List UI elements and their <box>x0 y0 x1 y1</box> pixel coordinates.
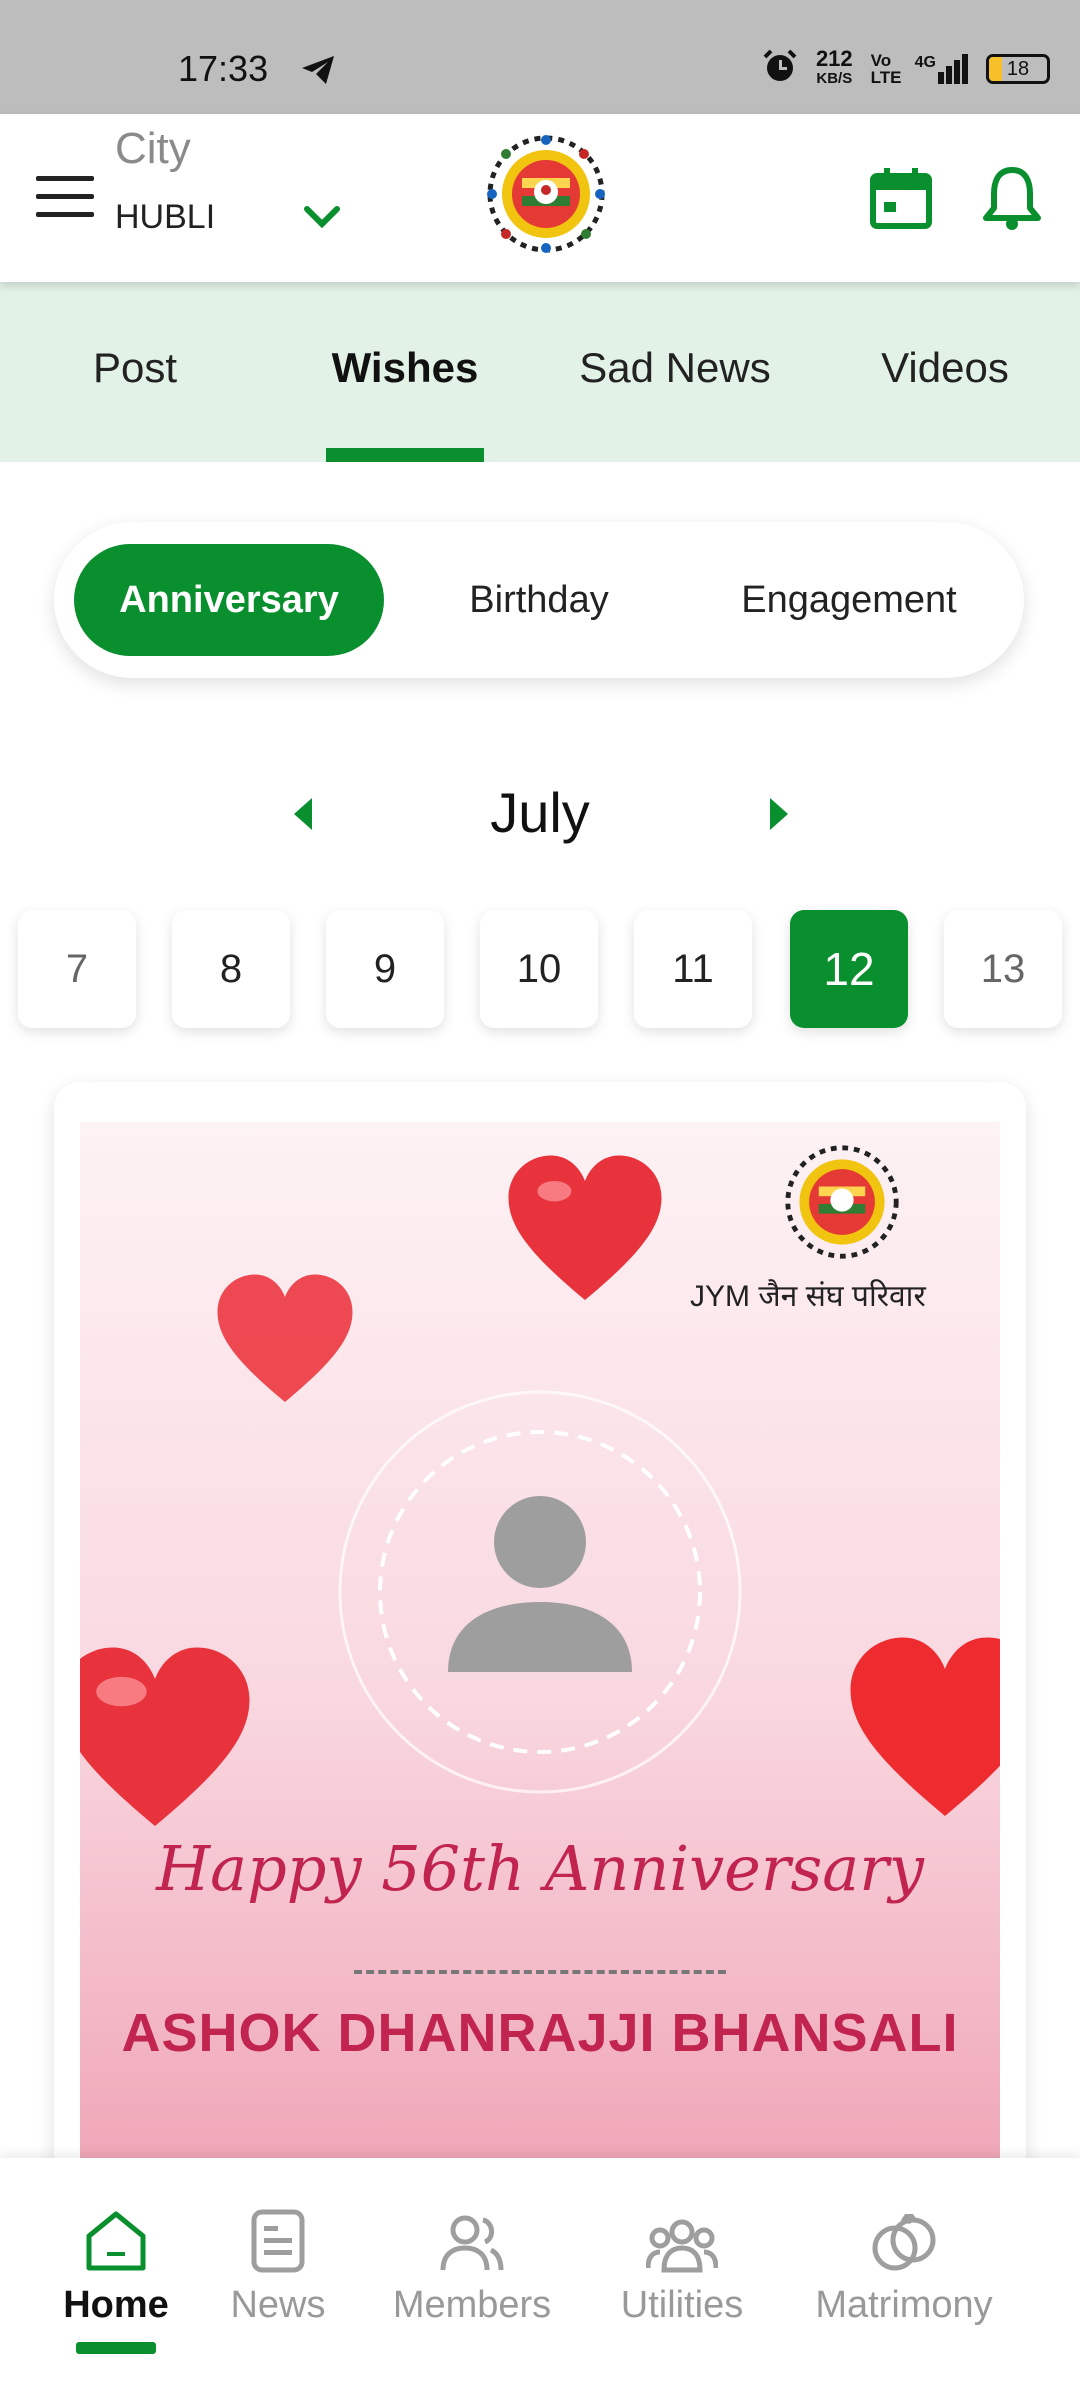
city-selector-value[interactable]: HUBLI <box>115 198 215 237</box>
news-icon <box>178 2198 378 2274</box>
active-nav-indicator <box>76 2342 156 2354</box>
wish-type-segmented-control: Anniversary Birthday Engagement <box>54 522 1024 678</box>
signal-icon: 4G <box>915 53 968 84</box>
day-8[interactable]: 8 <box>172 910 290 1028</box>
tab-sad-news[interactable]: Sad News <box>550 344 800 392</box>
next-month-icon[interactable] <box>768 796 790 837</box>
telegram-icon <box>300 54 336 91</box>
previous-month-icon[interactable] <box>292 796 314 837</box>
wish-headline: Happy 56th Anniversary <box>156 1832 924 1905</box>
wish-card[interactable]: JYM जैन संघ परिवार Happy 56th Anniversar… <box>54 1082 1026 2182</box>
tab-videos[interactable]: Videos <box>820 344 1070 392</box>
tab-post[interactable]: Post <box>10 344 260 392</box>
day-12[interactable]: 12 <box>790 910 908 1028</box>
day-11[interactable]: 11 <box>634 910 752 1028</box>
nav-news[interactable]: News <box>178 2198 378 2327</box>
day-9[interactable]: 9 <box>326 910 444 1028</box>
bell-icon[interactable] <box>982 164 1042 237</box>
nav-matrimony[interactable]: Matrimony <box>804 2198 1004 2327</box>
app-logo <box>484 132 608 256</box>
month-label: July <box>490 781 590 844</box>
heart-balloon-icon <box>850 1637 1000 1816</box>
heart-balloon-icon <box>508 1155 662 1300</box>
segment-anniversary[interactable]: Anniversary <box>74 544 384 656</box>
volte-indicator: Vo LTE <box>870 50 902 87</box>
rings-icon <box>804 2198 1004 2274</box>
members-icon <box>372 2198 572 2274</box>
nav-members[interactable]: Members <box>372 2198 572 2327</box>
bottom-navigation: Home News Members Utilities Matrimony <box>0 2158 1080 2400</box>
active-tab-indicator <box>326 448 484 462</box>
day-10[interactable]: 10 <box>480 910 598 1028</box>
brand-name: JYM जैन संघ परिवार <box>690 1280 926 1313</box>
chevron-down-icon[interactable] <box>302 204 342 235</box>
status-bar: 17:33 212 KB/S Vo LTE 4G 18 <box>0 0 1080 114</box>
alarm-icon <box>762 48 798 89</box>
net-speed: 212 KB/S <box>815 45 853 87</box>
tab-wishes[interactable]: Wishes <box>280 344 530 392</box>
segment-engagement[interactable]: Engagement <box>694 544 1004 656</box>
segment-birthday[interactable]: Birthday <box>424 544 654 656</box>
utilities-icon <box>582 2198 782 2274</box>
brand-logo <box>782 1142 902 1262</box>
app-bar: City HUBLI <box>0 114 1080 282</box>
heart-balloon-icon <box>80 1647 250 1826</box>
status-time: 17:33 <box>178 48 269 89</box>
wishes-tab-bar: Post Wishes Sad News Videos <box>0 282 1080 462</box>
profile-placeholder-icon <box>338 1390 742 1794</box>
menu-icon[interactable] <box>36 176 94 220</box>
day-13[interactable]: 13 <box>944 910 1062 1028</box>
day-7[interactable]: 7 <box>18 910 136 1028</box>
city-label: City <box>115 124 191 173</box>
battery-icon: 18 <box>986 53 1050 84</box>
calendar-icon[interactable] <box>868 166 934 237</box>
wish-person-name: ASHOK DHANRAJJI BHANSALI <box>121 2003 959 2063</box>
anniversary-poster: JYM जैन संघ परिवार Happy 56th Anniversar… <box>80 1122 1000 2162</box>
nav-utilities[interactable]: Utilities <box>582 2198 782 2327</box>
headline-divider <box>354 1970 726 1974</box>
